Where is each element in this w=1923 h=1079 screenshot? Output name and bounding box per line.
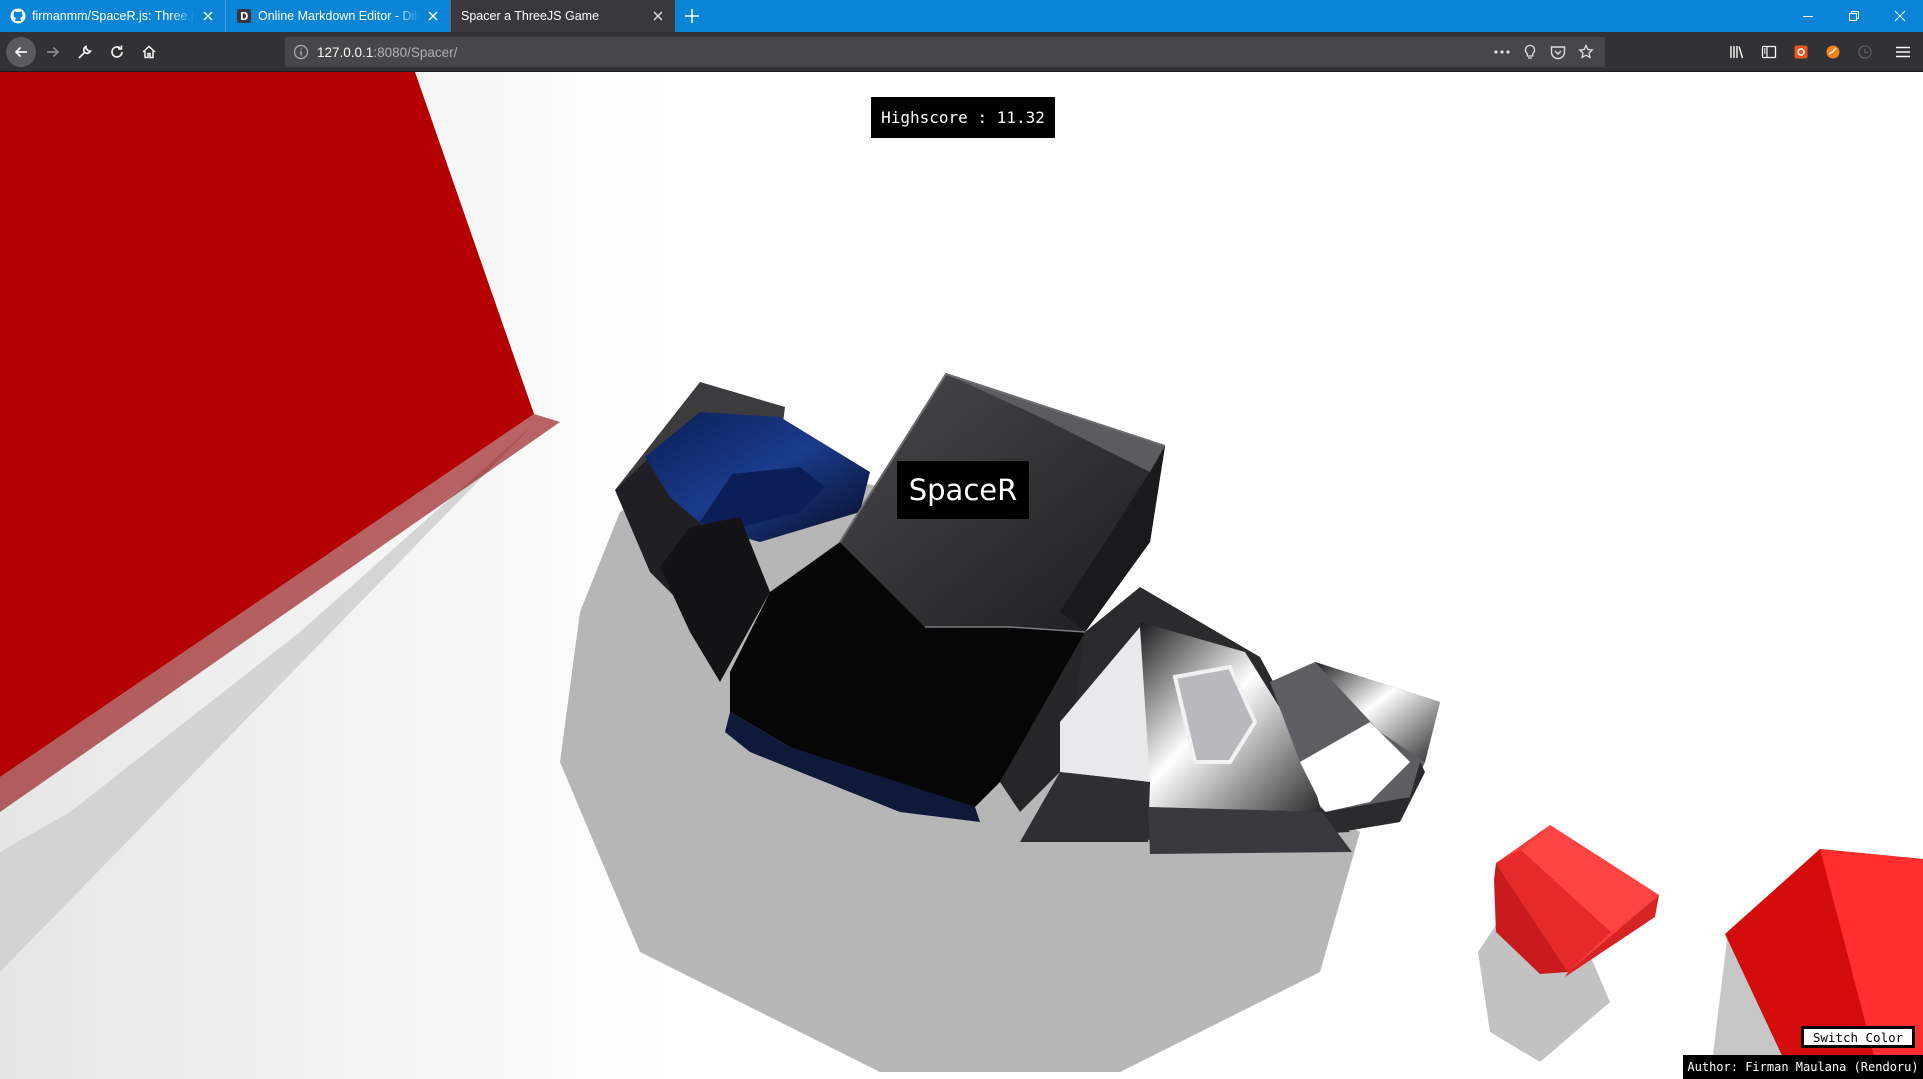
info-icon[interactable] [293, 44, 309, 60]
reload-icon [111, 45, 123, 58]
extension-button[interactable] [1785, 36, 1817, 68]
tab-title: firmanmm/SpaceR.js: Three.js Game [32, 9, 195, 23]
close-icon [1895, 11, 1905, 21]
extension-button[interactable] [1849, 36, 1881, 68]
tab-strip: firmanmm/SpaceR.js: Three.js Game Online… [0, 0, 1923, 32]
library-button[interactable] [1721, 36, 1753, 68]
switch-color-button[interactable]: Switch Color [1801, 1026, 1915, 1048]
reload-button[interactable] [101, 36, 133, 68]
sidebar-icon [1761, 45, 1777, 59]
github-icon [10, 8, 26, 24]
forward-arrow-icon [47, 46, 60, 57]
restore-icon [1849, 11, 1859, 21]
back-button[interactable] [6, 36, 36, 67]
library-icon [1730, 46, 1744, 59]
window-controls [1785, 0, 1923, 32]
toolbar-right [1721, 36, 1923, 68]
game-canvas[interactable]: Highscore : 11.32 SpaceR Switch Color Au… [0, 72, 1923, 1079]
menu-button[interactable] [1887, 36, 1919, 68]
page-actions-icon[interactable] [1491, 50, 1513, 54]
tab-github[interactable]: firmanmm/SpaceR.js: Three.js Game [0, 0, 225, 32]
lightbulb-icon[interactable] [1519, 44, 1541, 60]
url-host: 127.0.0.1 [317, 44, 374, 60]
wrench-icon [78, 44, 92, 59]
close-window-button[interactable] [1877, 0, 1923, 32]
home-icon [142, 44, 156, 58]
close-icon[interactable] [649, 7, 667, 25]
extension-disabled-icon [1858, 45, 1872, 59]
hamburger-menu-icon [1896, 46, 1910, 58]
author-credit: Author: Firman Maulana (Rendoru) [1683, 1055, 1923, 1079]
tab-title: Online Markdown Editor - Dillinger [258, 9, 420, 23]
forward-button[interactable] [37, 36, 69, 68]
tab-dillinger[interactable]: Online Markdown Editor - Dillinger [225, 0, 450, 32]
plus-icon [685, 9, 699, 23]
restore-button[interactable] [1831, 0, 1877, 32]
sidebar-button[interactable] [1753, 36, 1785, 68]
new-tab-button[interactable] [675, 0, 709, 32]
extension-gear-icon [1794, 45, 1808, 59]
nav-toolbar: 127.0.0.1:8080/Spacer/ [0, 32, 1923, 72]
pocket-icon[interactable] [1547, 45, 1569, 60]
developer-tools-button[interactable] [69, 36, 101, 68]
minimize-button[interactable] [1785, 0, 1831, 32]
address-bar[interactable]: 127.0.0.1:8080/Spacer/ [285, 37, 1605, 67]
bookmark-star-icon[interactable] [1575, 44, 1597, 60]
tab-title: Spacer a ThreeJS Game [461, 9, 600, 23]
dillinger-icon [236, 8, 252, 24]
close-icon[interactable] [424, 7, 442, 25]
url-text[interactable]: 127.0.0.1:8080/Spacer/ [317, 45, 457, 60]
back-arrow-icon [14, 46, 27, 57]
url-path: :8080/Spacer/ [373, 44, 458, 60]
tab-spacer-game[interactable]: Spacer a ThreeJS Game [450, 0, 675, 32]
highscore-display: Highscore : 11.32 [871, 97, 1055, 138]
game-title: SpaceR [897, 461, 1029, 519]
close-icon[interactable] [199, 7, 217, 25]
home-button[interactable] [133, 36, 165, 68]
minimize-icon [1803, 16, 1813, 17]
game-scene [0, 72, 1923, 1079]
extension-button[interactable] [1817, 36, 1849, 68]
url-actions [1491, 37, 1597, 67]
extension-orb-icon [1826, 45, 1840, 59]
